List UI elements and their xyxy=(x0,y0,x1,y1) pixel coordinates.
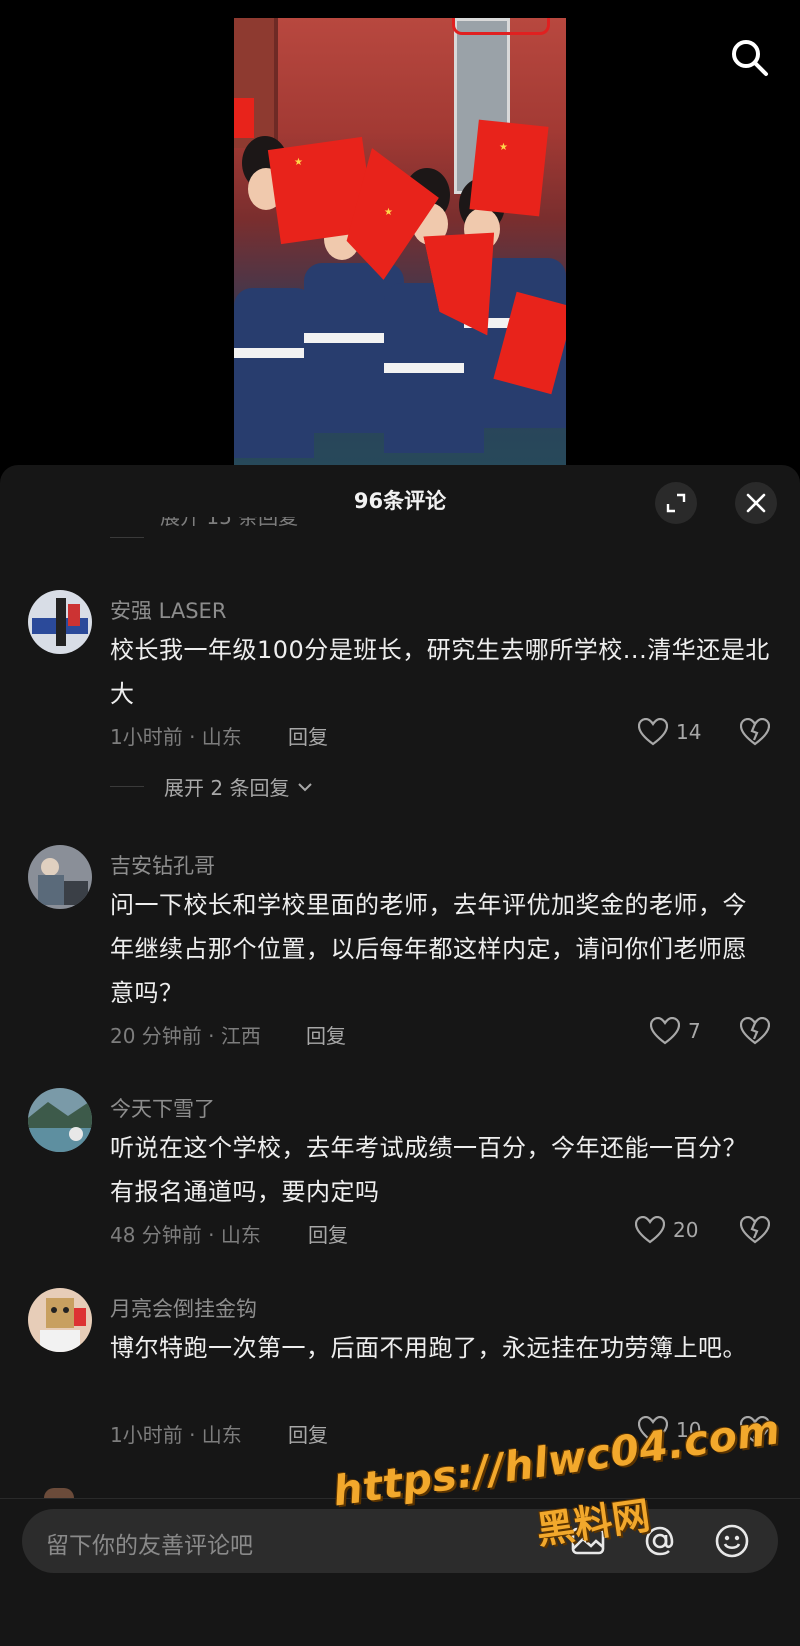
like-button[interactable]: 7 xyxy=(650,1017,701,1045)
flag-star: ★ xyxy=(294,157,303,168)
comment-input[interactable]: 留下你的友善评论吧 xyxy=(22,1509,778,1573)
comment-meta: 20 分钟前 · 江西 xyxy=(110,1024,261,1048)
avatar-image xyxy=(28,590,92,654)
emoji-icon xyxy=(715,1524,749,1558)
red-flag xyxy=(234,98,254,138)
dislike-button[interactable] xyxy=(739,1215,771,1248)
avatar-image xyxy=(28,845,92,909)
chevron-down-icon xyxy=(298,782,313,791)
heart-icon xyxy=(635,1216,665,1244)
avatar-image xyxy=(28,1088,92,1152)
like-count: 7 xyxy=(688,1019,701,1043)
search-button[interactable] xyxy=(728,36,772,80)
search-icon xyxy=(732,40,768,76)
hidden-replies-link[interactable]: 展开 15 条回复 xyxy=(160,517,298,527)
avatar[interactable] xyxy=(28,845,92,909)
dislike-button[interactable] xyxy=(739,717,771,750)
flag-star: ★ xyxy=(384,207,393,218)
comment-text: 博尔特跑一次第一，后面不用跑了，永远挂在功劳簿上吧。 xyxy=(110,1334,747,1362)
expand-line xyxy=(110,786,144,787)
like-count: 14 xyxy=(676,720,702,744)
reply-button[interactable]: 回复 xyxy=(308,1219,348,1248)
comment-username[interactable]: 今天下雪了 xyxy=(110,1093,215,1123)
comment-meta: 48 分钟前 · 山东 xyxy=(110,1223,261,1247)
flag-star: ★ xyxy=(499,142,508,153)
divider-line xyxy=(110,537,144,538)
close-icon xyxy=(746,493,766,513)
expand-replies-button[interactable]: 展开 2 条回复 xyxy=(110,772,313,801)
uniform-stripe xyxy=(234,348,314,358)
comment-username[interactable]: 吉安钻孔哥 xyxy=(110,850,215,880)
video-thumbnail[interactable]: ★ ★ ★ xyxy=(234,18,566,465)
avatar[interactable] xyxy=(28,1288,92,1352)
comment-meta: 1小时前 · 山东 xyxy=(110,725,242,749)
avatar-image xyxy=(28,1288,92,1352)
reply-button[interactable]: 回复 xyxy=(288,721,328,750)
comment-text: 听说在这个学校，去年考试成绩一百分，今年还能一百分？有报名通道吗，要内定吗 xyxy=(110,1134,747,1206)
like-count: 20 xyxy=(673,1218,699,1242)
heart-icon xyxy=(638,718,668,746)
dislike-button[interactable] xyxy=(739,1016,771,1049)
next-comment-avatar xyxy=(44,1488,74,1498)
broken-heart-icon xyxy=(739,1215,771,1244)
comment-input-placeholder: 留下你的友善评论吧 xyxy=(46,1533,253,1559)
reply-button[interactable]: 回复 xyxy=(306,1020,346,1049)
like-button[interactable]: 14 xyxy=(638,718,701,746)
broken-heart-icon xyxy=(739,717,771,746)
like-button[interactable]: 20 xyxy=(635,1216,698,1244)
comment-text: 校长我一年级100分是班长，研究生去哪所学校...清华还是北大 xyxy=(110,636,770,708)
expand-replies-text: 展开 2 条回复 xyxy=(164,776,290,800)
video-top-banner xyxy=(452,18,550,35)
comment-text: 问一下校长和学校里面的老师，去年评优加奖金的老师，今年继续占那个位置，以后每年都… xyxy=(110,891,747,1007)
video-area[interactable]: ★ ★ ★ xyxy=(0,0,800,465)
comment-meta: 1小时前 · 山东 xyxy=(110,1423,242,1447)
comment-username[interactable]: 安强 LASER xyxy=(110,595,226,625)
avatar[interactable] xyxy=(28,590,92,654)
heart-icon xyxy=(650,1017,680,1045)
emoji-button[interactable] xyxy=(714,1523,750,1559)
child-figure xyxy=(234,288,314,458)
red-flag xyxy=(469,119,549,217)
close-button[interactable] xyxy=(735,482,777,524)
reply-button[interactable]: 回复 xyxy=(288,1419,328,1448)
avatar[interactable] xyxy=(28,1088,92,1152)
comment-username[interactable]: 月亮会倒挂金钩 xyxy=(110,1293,257,1323)
broken-heart-icon xyxy=(739,1016,771,1045)
expand-sheet-button[interactable] xyxy=(655,482,697,524)
expand-icon xyxy=(666,493,686,513)
